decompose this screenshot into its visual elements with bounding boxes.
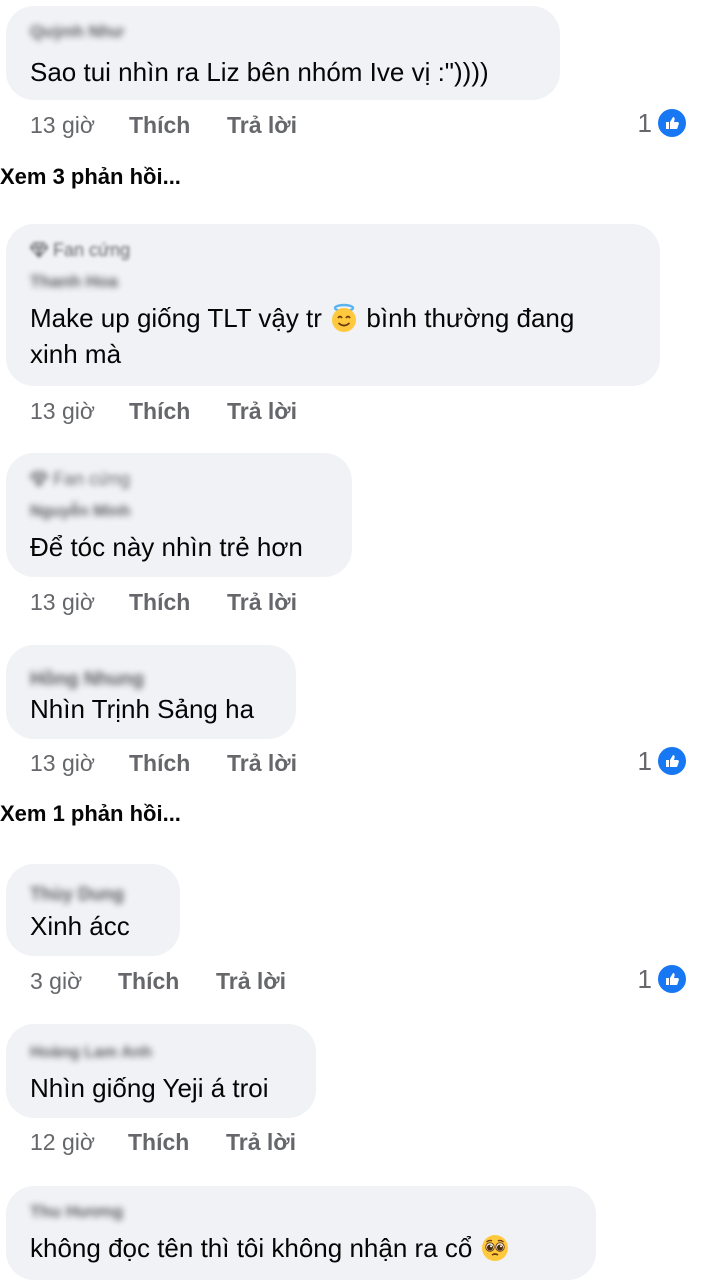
- reaction-count[interactable]: 1: [638, 744, 688, 778]
- view-replies-link[interactable]: Xem 1 phản hồi...: [0, 801, 181, 827]
- reaction-number: 1: [637, 963, 652, 994]
- comment-text-part: bình thường đang: [366, 303, 575, 333]
- thumbs-up-icon: [656, 963, 688, 995]
- comment-actions: 13 giờ Thích Trả lời: [30, 395, 297, 427]
- comment-author[interactable]: Quỳnh Như: [30, 22, 124, 42]
- reaction-number: 1: [637, 745, 652, 776]
- comment-time[interactable]: 13 giờ: [30, 395, 129, 427]
- comment-actions: 13 giờ Thích Trả lời: [30, 109, 297, 141]
- thumbs-up-icon: [656, 745, 688, 777]
- badge-label: Fan cứng: [53, 240, 131, 260]
- pleading-face-emoji: [481, 1235, 508, 1261]
- comment-text: Nhìn giống Yeji á troi: [30, 1073, 269, 1103]
- comment-text-part: Make up giống TLT vậy tr: [30, 303, 322, 333]
- like-button[interactable]: Thích: [129, 109, 227, 141]
- comment-text: Xinh ácc: [30, 911, 130, 941]
- comment-bubble: Hồng Nhung Nhìn Trịnh Sảng ha: [6, 645, 296, 739]
- reaction-count[interactable]: 1: [638, 106, 688, 140]
- smiling-face-with-halo-emoji: [332, 303, 357, 332]
- fan-badge: Fan cứng: [30, 240, 130, 261]
- reaction-number: 1: [637, 107, 652, 138]
- comment-author[interactable]: Hồng Nhung: [30, 669, 144, 691]
- comment-time[interactable]: 13 giờ: [30, 586, 129, 618]
- like-button[interactable]: Thích: [129, 747, 227, 779]
- comment-text-part: xinh mà: [30, 339, 122, 369]
- comment-author[interactable]: Hoàng Lam Anh: [30, 1044, 152, 1062]
- comment-time[interactable]: 13 giờ: [30, 109, 129, 141]
- like-button[interactable]: Thích: [129, 395, 227, 427]
- reply-button[interactable]: Trả lời: [227, 109, 297, 141]
- reply-button[interactable]: Trả lời: [227, 747, 297, 779]
- reply-button[interactable]: Trả lời: [226, 1126, 296, 1158]
- comment-author[interactable]: Thanh Hoa: [30, 272, 118, 292]
- comment-actions: 13 giờ Thích Trả lời: [30, 586, 297, 618]
- comment-author[interactable]: Thùy Dung: [30, 884, 124, 905]
- fan-badge: Fan cứng: [30, 469, 130, 490]
- comment-time[interactable]: 3 giờ: [30, 965, 118, 997]
- like-button[interactable]: Thích: [128, 1126, 226, 1158]
- reply-button[interactable]: Trả lời: [227, 395, 297, 427]
- comment-bubble: Hoàng Lam Anh Nhìn giống Yeji á troi: [6, 1024, 316, 1118]
- like-button[interactable]: Thích: [129, 586, 227, 618]
- diamond-icon: [30, 471, 48, 487]
- comment-actions: 12 giờ Thích Trả lời: [30, 1126, 296, 1158]
- comment-text-part: không đọc tên thì tôi không nhận ra cổ: [30, 1233, 473, 1263]
- comment-time[interactable]: 13 giờ: [30, 747, 129, 779]
- comment-bubble: Fan cứng Nguyễn Minh Để tóc này nhìn trẻ…: [6, 453, 352, 577]
- comment-actions: 13 giờ Thích Trả lời: [30, 747, 297, 779]
- comment-text: không đọc tên thì tôi không nhận ra cổ: [30, 1230, 510, 1266]
- comment-text: Make up giống TLT vậy tr bình thường đan…: [30, 300, 650, 372]
- reply-button[interactable]: Trả lời: [216, 965, 286, 997]
- comment-actions: 3 giờ Thích Trả lời: [30, 965, 286, 997]
- comment-author[interactable]: Nguyễn Minh: [30, 503, 130, 521]
- comment-bubble: Quỳnh Như Sao tui nhìn ra Liz bên nhóm I…: [6, 6, 560, 100]
- reaction-count[interactable]: 1: [638, 962, 688, 996]
- comment-bubble: Thùy Dung Xinh ácc: [6, 864, 180, 956]
- diamond-icon: [30, 242, 48, 258]
- comment-author[interactable]: Thu Hương: [30, 1202, 123, 1222]
- comment-text: Sao tui nhìn ra Liz bên nhóm Ive vị :"))…: [30, 57, 489, 87]
- reply-button[interactable]: Trả lời: [227, 586, 297, 618]
- view-replies-link[interactable]: Xem 3 phản hồi...: [0, 164, 181, 190]
- thumbs-up-icon: [656, 107, 688, 139]
- like-button[interactable]: Thích: [118, 965, 216, 997]
- comment-bubble: Thu Hương không đọc tên thì tôi không nh…: [6, 1186, 596, 1280]
- badge-label: Fan cứng: [53, 469, 131, 489]
- comment-text: Nhìn Trịnh Sảng ha: [30, 694, 255, 724]
- comment-time[interactable]: 12 giờ: [30, 1126, 128, 1158]
- comment-bubble: Fan cứng Thanh Hoa Make up giống TLT vậy…: [6, 224, 660, 386]
- comment-text: Để tóc này nhìn trẻ hơn: [30, 532, 303, 562]
